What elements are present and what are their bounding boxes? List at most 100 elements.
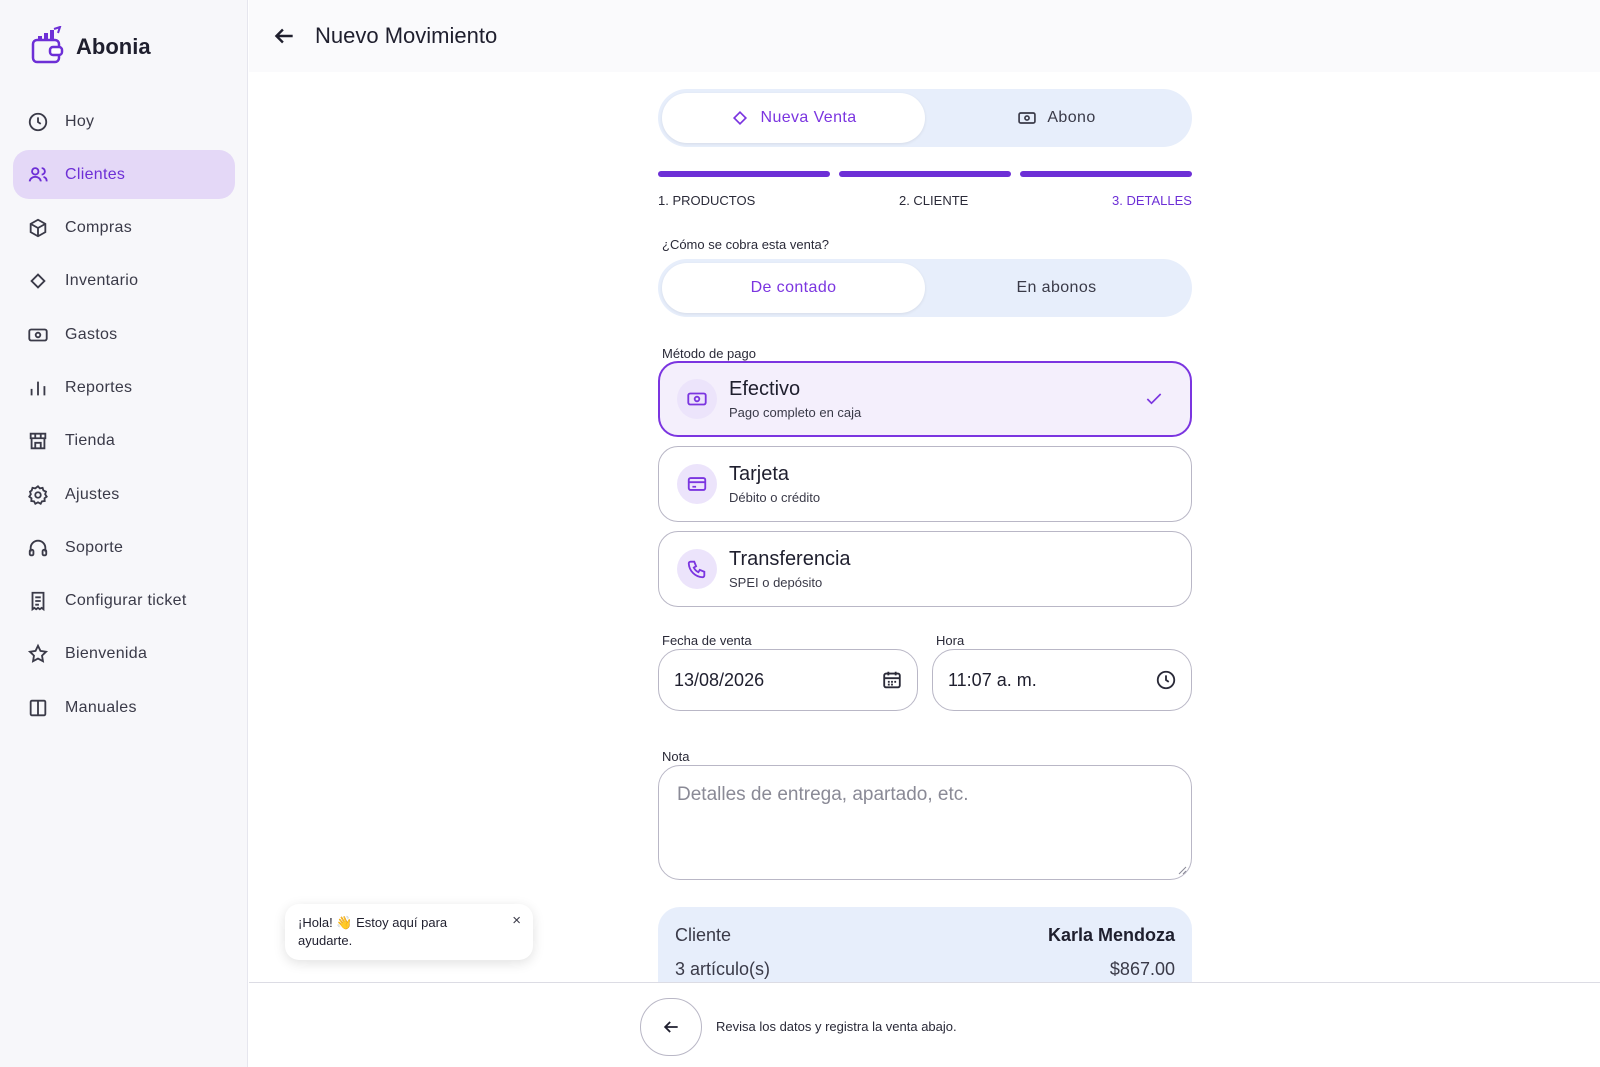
- option-label: En abonos: [1016, 279, 1097, 296]
- users-icon: [28, 167, 48, 182]
- sidebar-item-label: Gastos: [65, 325, 118, 343]
- headphones-icon: [28, 539, 48, 557]
- tab-abono[interactable]: Abono: [925, 93, 1188, 143]
- time-value: 11:07 a. m.: [948, 669, 1037, 690]
- movement-form: Nueva Venta Abono 1. PRODUCTOS 2. CLIENT…: [658, 72, 1192, 985]
- calendar-icon[interactable]: [881, 669, 903, 691]
- payment-option-subtitle: Débito o crédito: [729, 490, 821, 505]
- pay-icon-bg: [677, 464, 717, 504]
- banknote-icon: [28, 328, 48, 342]
- tab-label: Abono: [1047, 109, 1096, 126]
- date-label: Fecha de venta: [662, 633, 752, 648]
- clock-icon: [28, 112, 48, 131]
- summary-client-row: Cliente Karla Mendoza: [675, 925, 1175, 946]
- sidebar-item-reportes[interactable]: Reportes: [13, 363, 235, 412]
- payment-option-subtitle: Pago completo en caja: [729, 405, 862, 420]
- sidebar-item-tienda[interactable]: Tienda: [13, 417, 235, 466]
- sidebar-item-label: Manuales: [65, 698, 137, 716]
- summary-items-row: 3 artículo(s) $867.00: [675, 959, 1175, 980]
- option-de-contado[interactable]: De contado: [662, 263, 925, 313]
- star-icon: [27, 644, 49, 664]
- back-arrow-icon[interactable]: [271, 23, 297, 49]
- charge-type-toggle: De contado En abonos: [658, 259, 1192, 317]
- sale-summary: Cliente Karla Mendoza 3 artículo(s) $867…: [658, 907, 1192, 985]
- time-field[interactable]: 11:07 a. m.: [932, 649, 1192, 711]
- diamond-icon: [30, 273, 46, 290]
- toast-message: ¡Hola! 👋 Estoy aquí para ayudarte.: [298, 915, 448, 948]
- credit-card-icon: [687, 477, 707, 491]
- receipt-icon: [31, 592, 45, 612]
- previous-step-button[interactable]: [640, 998, 702, 1056]
- option-label: De contado: [750, 279, 837, 296]
- bar-chart-icon: [30, 381, 46, 396]
- page-title: Nuevo Movimiento: [315, 23, 498, 48]
- sidebar-item-gastos[interactable]: Gastos: [13, 310, 235, 359]
- phone-icon: [687, 560, 706, 579]
- box-icon: [29, 218, 47, 238]
- tab-label: Nueva Venta: [760, 109, 857, 126]
- note-label: Nota: [662, 749, 690, 764]
- payment-option-efectivo[interactable]: Efectivo Pago completo en caja: [658, 361, 1192, 437]
- pay-icon-bg: [677, 549, 717, 589]
- charge-question: ¿Cómo se cobra esta venta?: [662, 237, 829, 252]
- wallet-logo-icon: [31, 26, 64, 64]
- stepper-labels: 1. PRODUCTOS 2. CLIENTE 3. DETALLES: [658, 193, 1192, 208]
- sidebar-item-label: Configurar ticket: [65, 592, 187, 610]
- step-bar-1: [658, 171, 830, 177]
- payment-option-title: Transferencia: [729, 548, 851, 570]
- step-label-detalles: 3. DETALLES: [1112, 193, 1192, 208]
- check-icon: [1146, 393, 1162, 405]
- resize-handle-icon[interactable]: [1177, 865, 1187, 875]
- sidebar-item-label: Inventario: [65, 272, 139, 290]
- sidebar-item-configurar-ticket[interactable]: Configurar ticket: [13, 577, 235, 626]
- sidebar-item-label: Bienvenida: [65, 645, 148, 663]
- bottom-hint: Revisa los datos y registra la venta aba…: [716, 1019, 957, 1034]
- sidebar-item-inventario[interactable]: Inventario: [13, 257, 235, 306]
- back-arrow-icon: [663, 1021, 678, 1033]
- brand-name: Abonia: [76, 34, 151, 59]
- payment-option-title: Tarjeta: [729, 463, 790, 485]
- sidebar-item-soporte[interactable]: Soporte: [13, 523, 235, 572]
- sidebar-item-label: Reportes: [65, 378, 133, 396]
- payment-option-tarjeta[interactable]: Tarjeta Débito o crédito: [658, 446, 1192, 522]
- sidebar-item-compras[interactable]: Compras: [13, 204, 235, 253]
- option-en-abonos[interactable]: En abonos: [925, 263, 1188, 313]
- gear-icon: [28, 484, 48, 505]
- close-icon[interactable]: ×: [512, 912, 521, 930]
- diamond-icon: [733, 110, 748, 126]
- step-label-productos: 1. PRODUCTOS: [658, 193, 756, 208]
- sidebar-item-label: Hoy: [65, 112, 95, 130]
- sidebar-item-label: Ajustes: [65, 485, 120, 503]
- sidebar-item-manuales[interactable]: Manuales: [13, 683, 235, 732]
- top-header: Nuevo Movimiento: [249, 0, 1600, 72]
- stepper-progress: [658, 171, 1192, 177]
- sidebar-item-label: Clientes: [65, 165, 126, 183]
- payment-option-subtitle: SPEI o depósito: [729, 575, 823, 590]
- note-textarea[interactable]: Detalles de entrega, apartado, etc.: [658, 765, 1192, 880]
- summary-client-name: Karla Mendoza: [1047, 925, 1175, 945]
- store-icon: [29, 433, 47, 450]
- brand[interactable]: Abonia: [30, 26, 151, 68]
- banknote-icon: [1018, 112, 1037, 124]
- sidebar: Abonia Hoy Clientes Compras Inventario G…: [0, 0, 248, 1067]
- payment-method-label: Método de pago: [662, 346, 756, 361]
- sidebar-item-ajustes[interactable]: Ajustes: [13, 470, 235, 519]
- sidebar-item-clientes[interactable]: Clientes: [13, 150, 235, 200]
- sidebar-item-bienvenida[interactable]: Bienvenida: [13, 630, 235, 679]
- clock-icon[interactable]: [1155, 669, 1177, 691]
- note-placeholder: Detalles de entrega, apartado, etc.: [677, 784, 969, 805]
- summary-total: $867.00: [1109, 959, 1175, 979]
- book-icon: [29, 699, 47, 717]
- tab-nueva-venta[interactable]: Nueva Venta: [662, 93, 925, 143]
- step-bar-2: [839, 171, 1011, 177]
- summary-client-label: Cliente: [675, 925, 732, 945]
- banknote-icon: [687, 392, 707, 406]
- step-bar-3: [1020, 171, 1192, 177]
- payment-option-transferencia[interactable]: Transferencia SPEI o depósito: [658, 531, 1192, 607]
- sidebar-nav: Hoy Clientes Compras Inventario Gastos R…: [13, 97, 235, 737]
- date-time-row: Fecha de venta 13/08/2026 Hora 11:07 a. …: [658, 633, 1192, 711]
- sidebar-item-hoy[interactable]: Hoy: [13, 97, 235, 146]
- assistant-toast: ¡Hola! 👋 Estoy aquí para ayudarte. ×: [285, 904, 533, 960]
- date-value: 13/08/2026: [674, 669, 765, 690]
- date-field[interactable]: 13/08/2026: [658, 649, 918, 711]
